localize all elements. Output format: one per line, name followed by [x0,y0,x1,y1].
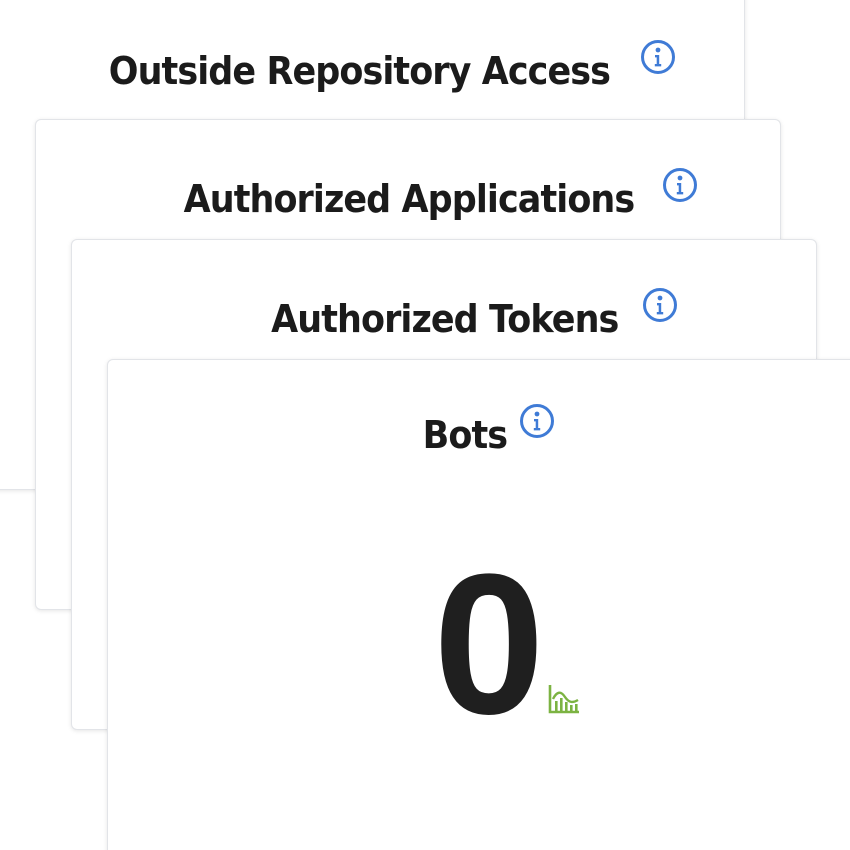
info-icon[interactable] [662,167,698,203]
area-chart-icon[interactable] [547,682,581,716]
card-title: Authorized Tokens [271,297,619,341]
card-header: Authorized Tokens [72,288,816,341]
card-title: Outside Repository Access [108,49,611,93]
info-icon[interactable] [642,287,678,323]
card-title: Bots [422,413,508,457]
card-header: Bots [108,404,850,457]
card-header: Outside Repository Access [0,40,744,93]
card-bots[interactable]: Bots 0 [107,359,850,850]
card-title: Authorized Applications [183,177,636,221]
card-header: Authorized Applications [36,168,780,221]
info-icon[interactable] [519,403,555,439]
info-icon[interactable] [640,39,676,75]
dashboard-stage: Outside Repository Access Authorized App… [0,0,850,850]
metric-value: 0 [433,533,544,756]
metric: 0 [108,533,850,756]
